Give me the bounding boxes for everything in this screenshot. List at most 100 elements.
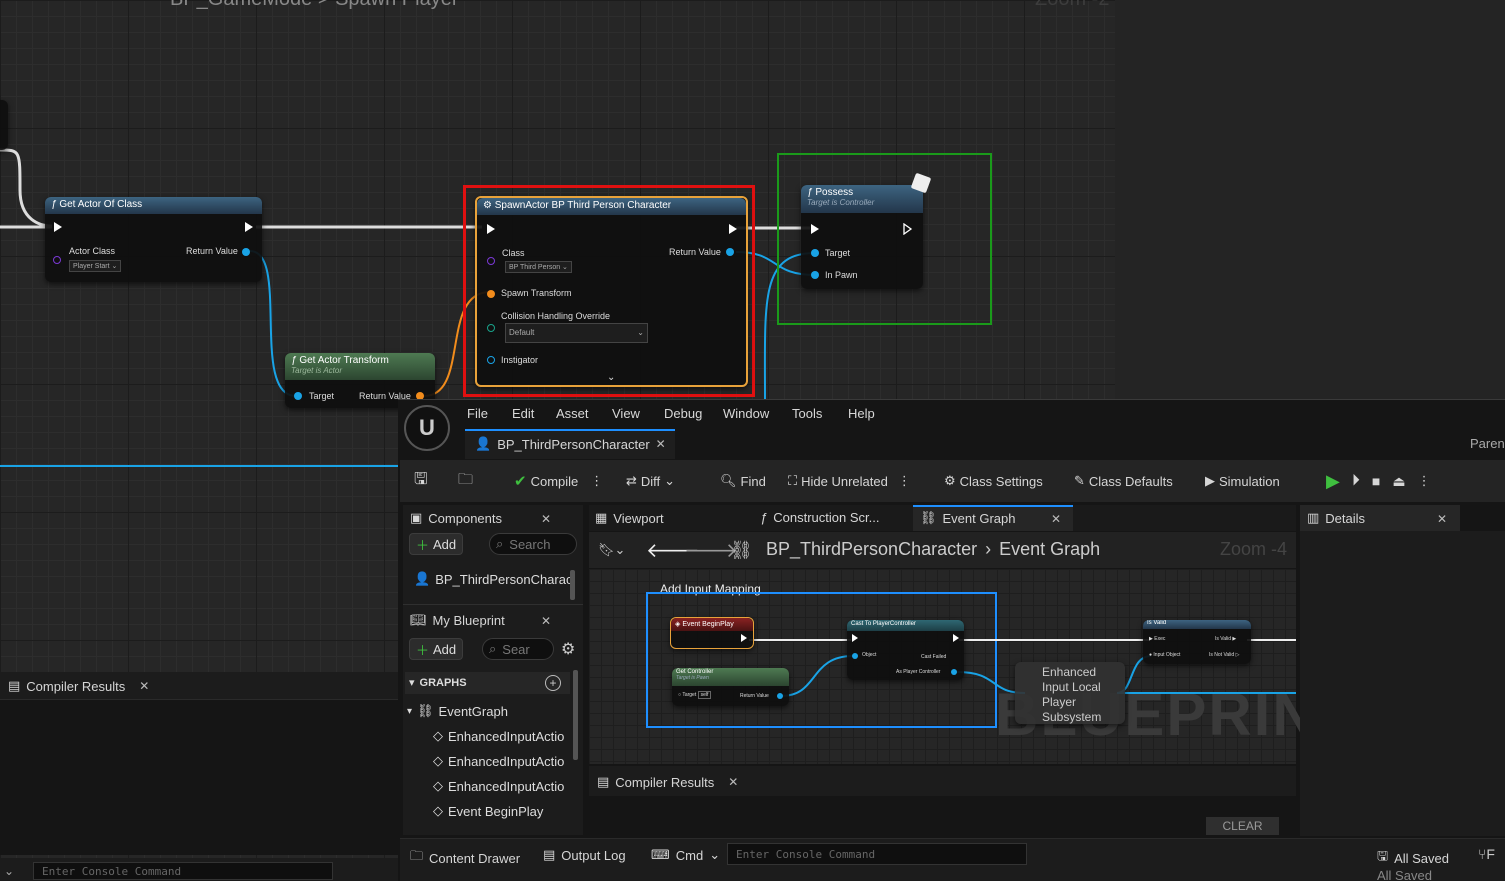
step-icon[interactable]: ⏵ xyxy=(1352,472,1360,490)
return-value-pin[interactable] xyxy=(726,248,734,256)
exec-in-pin[interactable] xyxy=(852,634,858,642)
browse-button[interactable]: 🗀 xyxy=(458,468,473,494)
kebab-icon[interactable]: ⋮ xyxy=(1418,473,1431,489)
class-pin[interactable] xyxy=(53,256,61,264)
components-scrollbar[interactable] xyxy=(570,570,575,600)
instigator-pin[interactable] xyxy=(487,356,495,364)
input-object-pin[interactable]: ● Input Object xyxy=(1149,652,1180,658)
menu-edit[interactable]: Edit xyxy=(512,406,556,421)
return-value-pin[interactable] xyxy=(777,693,783,699)
close-icon[interactable]: ✕ xyxy=(139,679,149,693)
actor-class-dropdown[interactable]: Player Start ⌄ xyxy=(69,260,122,272)
is-not-valid-pin[interactable]: Is Not Valid ▷ xyxy=(1209,652,1239,658)
tree-item[interactable]: ◇ Event BeginPlay xyxy=(433,803,543,819)
find-button[interactable]: 🔍︎ Find xyxy=(720,468,766,494)
node-get-actor-of-class[interactable]: ƒ Get Actor Of Class Actor Class Player … xyxy=(45,197,262,282)
details-tab[interactable]: ▥ Details xyxy=(1307,510,1365,526)
tab-event-graph[interactable]: ⛓ Event Graph xyxy=(920,510,1016,526)
tree-item[interactable]: ◇ EnhancedInputActio xyxy=(433,778,564,794)
collision-dropdown[interactable]: Default ⌄ xyxy=(505,323,648,343)
as-player-controller-pin[interactable] xyxy=(951,669,957,675)
close-icon[interactable]: ✕ xyxy=(1437,512,1447,526)
target-pin[interactable] xyxy=(811,249,819,257)
all-saved-button[interactable]: 🖫 All Saved xyxy=(1377,847,1449,869)
menu-tools[interactable]: Tools xyxy=(792,406,848,421)
unreal-logo-icon[interactable]: U xyxy=(404,405,450,451)
add-graph-icon[interactable]: + xyxy=(545,675,561,691)
exec-in-pin[interactable] xyxy=(54,222,62,232)
components-add-button[interactable]: ＋ Add xyxy=(409,533,464,555)
chevron-down-icon[interactable]: ⌄ xyxy=(4,864,14,878)
close-icon[interactable]: ✕ xyxy=(541,614,551,628)
tree-item[interactable]: ◇ EnhancedInputActio xyxy=(433,753,564,769)
target-pin[interactable] xyxy=(294,392,302,400)
close-icon[interactable]: ✕ xyxy=(656,437,666,451)
exec-out-pin[interactable] xyxy=(245,222,253,232)
gear-icon[interactable]: ⚙ xyxy=(561,639,575,659)
class-defaults-button[interactable]: ✎ Class Defaults xyxy=(1074,468,1173,494)
self-field[interactable]: self xyxy=(697,691,712,699)
return-value-pin[interactable] xyxy=(242,248,250,256)
node-possess[interactable]: ƒ Possess Target is Controller Target In … xyxy=(801,172,932,289)
object-pin[interactable] xyxy=(852,653,858,659)
components-search-input[interactable]: ⌕ Search xyxy=(489,533,577,555)
content-drawer-button[interactable]: 🗀 Content Drawer xyxy=(410,847,520,869)
node-spawn-actor[interactable]: ⚙ SpawnActor BP Third Person Character C… xyxy=(475,196,748,387)
node-is-valid[interactable]: Is Valid ▶ Exec Is Valid ▶ ● Input Objec… xyxy=(1143,620,1251,664)
bg-console-input[interactable]: Enter Console Command xyxy=(33,862,333,880)
menu-window[interactable]: Window xyxy=(723,406,792,421)
cmd-dropdown[interactable]: ⌨ Cmd ⌄ xyxy=(651,847,720,863)
close-icon[interactable]: ✕ xyxy=(541,512,551,526)
target-pin[interactable]: ○ Target self xyxy=(678,691,712,699)
bg-compiler-results-tab[interactable]: ▤ Compiler Results ✕ xyxy=(8,678,149,694)
partial-node[interactable] xyxy=(0,100,8,150)
expand-arrow-icon[interactable]: ⌄ xyxy=(607,372,615,383)
eject-icon[interactable]: ⏏ xyxy=(1392,473,1405,490)
close-icon[interactable]: ✕ xyxy=(1051,512,1061,526)
exec-out-pin[interactable] xyxy=(729,224,737,234)
node-cast-to-player-controller[interactable]: Cast To PlayerController Object Cast Fai… xyxy=(847,620,964,680)
components-tab[interactable]: ▣ Components xyxy=(410,510,502,526)
clear-button[interactable]: CLEAR xyxy=(1206,817,1279,835)
tree-item[interactable]: ◇ EnhancedInputActio xyxy=(433,728,564,744)
class-dropdown[interactable]: BP Third Person ⌄ xyxy=(505,261,572,273)
exec-in-pin[interactable] xyxy=(487,224,495,234)
exec-out-pin[interactable] xyxy=(903,223,913,235)
menu-debug[interactable]: Debug xyxy=(664,406,723,421)
tab-viewport[interactable]: ▦ Viewport xyxy=(595,510,664,526)
node-get-controller[interactable]: Get Controller Target is Pawn ○ Target se… xyxy=(672,668,789,706)
output-log-button[interactable]: ▤ Output Log xyxy=(543,847,626,863)
exec-in-pin[interactable]: ▶ Exec xyxy=(1149,636,1165,642)
menu-view[interactable]: View xyxy=(612,406,664,421)
my-blueprint-tab[interactable]: 📖︎ My Blueprint xyxy=(410,612,505,628)
console-input[interactable]: Enter Console Command xyxy=(727,843,1027,865)
compile-button[interactable]: ✔ Compile ⋮ xyxy=(514,468,603,494)
exec-out-pin[interactable] xyxy=(741,634,747,642)
spawn-transform-pin[interactable] xyxy=(487,290,495,298)
in-pawn-pin[interactable] xyxy=(811,271,819,279)
source-control-icon[interactable]: ⑂F xyxy=(1478,846,1495,862)
save-button[interactable]: 🖫 xyxy=(414,468,428,494)
class-settings-button[interactable]: ⚙ Class Settings xyxy=(944,468,1043,494)
simulation-button[interactable]: ▶ Simulation xyxy=(1205,468,1280,494)
hide-unrelated-button[interactable]: ⛶ Hide Unrelated ⋮ xyxy=(788,468,911,494)
play-icon[interactable]: ▶ xyxy=(1326,471,1340,492)
tab-construction-script[interactable]: ƒ Construction Scr... xyxy=(760,510,879,525)
exec-in-pin[interactable] xyxy=(811,224,819,234)
my-blueprint-scrollbar[interactable] xyxy=(573,670,578,760)
stop-icon[interactable]: ■ xyxy=(1372,473,1380,489)
my-blueprint-add-button[interactable]: ＋ Add xyxy=(409,638,464,660)
bookmark-icon[interactable]: 🔖︎⌄ xyxy=(598,542,625,558)
compiler-results-tab[interactable]: ▤ Compiler Results ✕ xyxy=(597,774,738,790)
node-event-begin-play[interactable]: ◈ Event BeginPlay xyxy=(670,617,754,649)
node-enhanced-input-subsystem[interactable]: Enhanced Input Local Player Subsystem xyxy=(1015,662,1125,724)
is-valid-pin[interactable]: Is Valid ▶ xyxy=(1215,636,1236,642)
menu-asset[interactable]: Asset xyxy=(556,406,612,421)
diff-button[interactable]: ⇄ Diff ⌄ xyxy=(626,468,675,494)
tree-event-graph[interactable]: ▾ ⛓ EventGraph xyxy=(407,703,508,719)
component-root-item[interactable]: 👤 BP_ThirdPersonCharac xyxy=(414,571,572,587)
menu-file[interactable]: File xyxy=(467,406,512,421)
class-pin[interactable] xyxy=(487,257,495,265)
close-icon[interactable]: ✕ xyxy=(728,775,738,789)
menu-help[interactable]: Help xyxy=(848,406,875,421)
